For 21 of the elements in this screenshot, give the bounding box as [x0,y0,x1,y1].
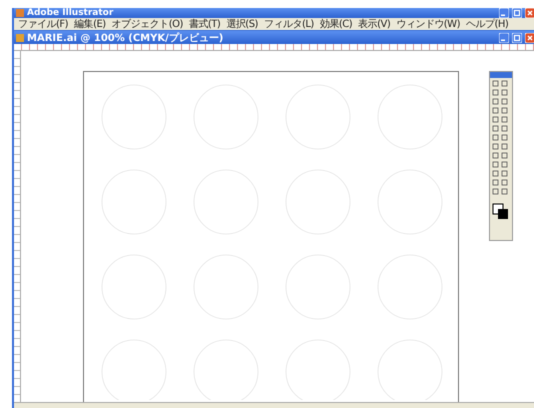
menu-item[interactable]: 書式(T) [188,17,220,31]
close-icon[interactable] [525,8,534,18]
close-icon[interactable] [525,32,534,42]
menu-item[interactable]: オブジェクト(O) [112,17,183,31]
fill-stroke-icon[interactable] [490,202,510,220]
menu-item[interactable]: ファイル(F) [18,17,68,31]
minimize-icon[interactable] [499,32,509,42]
document-title: MARIE.ai @ 100% (CMYK/プレビュー) [27,31,224,44]
minimize-icon[interactable] [499,8,509,18]
maximize-icon[interactable] [512,32,522,42]
window-title: Adobe Illustrator [27,8,114,18]
menu-item[interactable]: ウィンドウ(W) [396,17,460,31]
menu-item[interactable]: フィルタ(L) [264,17,314,31]
maximize-icon[interactable] [512,8,522,18]
document-icon [16,34,24,42]
menu-item[interactable]: 効果(C) [320,17,352,31]
menu-item[interactable]: ヘルプ(H) [466,17,508,31]
menu-item[interactable]: 編集(E) [74,17,106,31]
menu-item[interactable]: 選択(S) [226,17,258,31]
menu-item[interactable]: 表示(V) [358,17,390,31]
app-icon [16,9,24,17]
